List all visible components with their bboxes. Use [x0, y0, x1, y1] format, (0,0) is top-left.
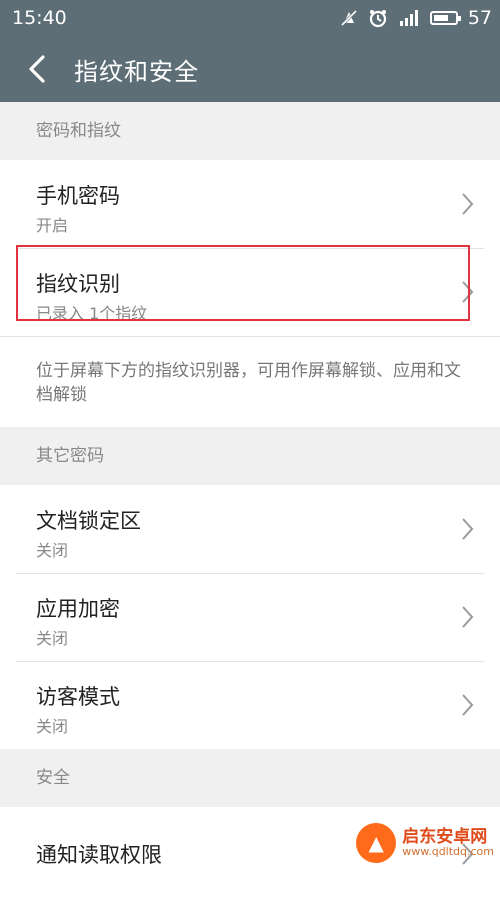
item-subtitle: 已录入 1个指纹: [36, 304, 148, 323]
section-header-other-passwords: 其它密码: [36, 446, 104, 466]
page-title: 指纹和安全: [74, 57, 199, 86]
section-header-password-fingerprint: 密码和指纹: [36, 121, 121, 141]
watermark: ▲ 启东安卓网 www.qdltdq.com: [356, 823, 494, 863]
battery-level: 57: [467, 7, 492, 29]
item-subtitle: 关闭: [36, 629, 69, 648]
watermark-name: 启东安卓网: [402, 826, 488, 847]
item-title: 通知读取权限: [36, 843, 162, 867]
chevron-right-icon: [462, 193, 474, 215]
item-title: 访客模式: [36, 685, 120, 709]
document-lock-item[interactable]: 文档锁定区 关闭: [0, 485, 500, 573]
item-title: 手机密码: [36, 184, 120, 208]
status-time: 15:40: [12, 7, 67, 29]
watermark-url: www.qdltdq.com: [402, 845, 494, 859]
status-bar: 15:40 57: [0, 0, 500, 36]
item-subtitle: 关闭: [36, 717, 69, 736]
signal-icon: [398, 9, 420, 27]
fingerprint-recognition-item[interactable]: 指纹识别 已录入 1个指纹: [0, 248, 500, 336]
back-button[interactable]: [0, 36, 74, 102]
section-header-security: 安全: [36, 768, 70, 788]
status-icons: 57: [340, 7, 492, 29]
chevron-right-icon: [462, 694, 474, 716]
chevron-right-icon: [462, 518, 474, 540]
item-title: 指纹识别: [36, 272, 120, 296]
chevron-right-icon: [462, 281, 474, 303]
item-subtitle: 开启: [36, 216, 69, 235]
app-bar: 指纹和安全: [0, 36, 500, 102]
item-title: 文档锁定区: [36, 509, 141, 533]
fingerprint-description: 位于屏幕下方的指纹识别器，可用作屏幕解锁、应用和文档解锁: [0, 336, 500, 427]
mute-icon: [340, 9, 358, 27]
phone-password-item[interactable]: 手机密码 开启: [0, 160, 500, 248]
alarm-icon: [368, 8, 388, 28]
app-encryption-item[interactable]: 应用加密 关闭: [0, 573, 500, 661]
chevron-left-icon: [29, 55, 45, 83]
watermark-logo-icon: ▲: [356, 823, 397, 863]
chevron-right-icon: [462, 606, 474, 628]
battery-icon: [429, 11, 461, 25]
guest-mode-item[interactable]: 访客模式 关闭: [0, 661, 500, 749]
item-subtitle: 关闭: [36, 541, 69, 560]
item-title: 应用加密: [36, 597, 120, 621]
